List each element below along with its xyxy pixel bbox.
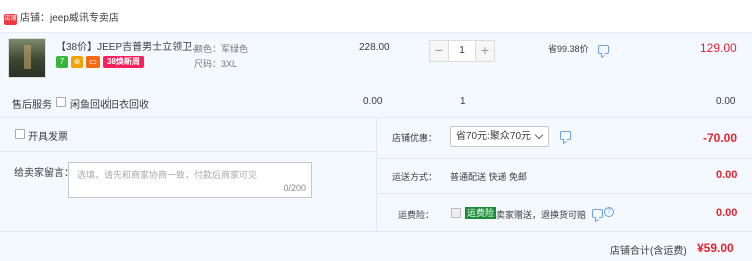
- shipping-method: 普通配送 快递 免邮: [450, 172, 528, 182]
- insurance-label: 运费险：: [398, 210, 435, 220]
- service-price: 0.00: [363, 96, 383, 107]
- service-divider: |: [107, 96, 110, 107]
- shop-name-link[interactable]: 店铺：jeep威讯专卖店: [20, 12, 119, 26]
- chevron-down-icon: [534, 130, 544, 140]
- service-option-recycle-label: 闲鱼回收: [70, 100, 110, 111]
- insurance-amount: 0.00: [716, 207, 738, 219]
- increase-quantity-button[interactable]: +: [475, 40, 495, 62]
- promo-badge: 38焕新周: [103, 56, 144, 68]
- help-question-icon[interactable]: ?: [604, 207, 614, 217]
- service-quantity: 1: [460, 96, 466, 107]
- shipping-label: 运送方式：: [392, 172, 438, 182]
- service-label: 售后服务: [12, 100, 52, 111]
- shipping-amount: 0.00: [716, 169, 738, 181]
- invoice-checkbox[interactable]: [15, 129, 25, 139]
- store-total-label: 店铺合计(含运费): [610, 246, 687, 257]
- quantity-input[interactable]: 1: [449, 40, 475, 62]
- message-label: 给卖家留言：: [14, 168, 74, 179]
- product-thumbnail[interactable]: [8, 38, 46, 78]
- discount-help-icon[interactable]: [560, 131, 571, 140]
- insurance-text: 卖家赠送，退换货可赔: [496, 210, 587, 220]
- product-size-attr: 尺码：3XL: [194, 59, 238, 69]
- right-divider-1: [377, 158, 752, 159]
- product-title-link[interactable]: 【38价】JEEP吉普男士立领卫...: [56, 42, 200, 54]
- store-discount-amount: -70.00: [703, 131, 738, 145]
- quantity-stepper: − 1 +: [429, 40, 495, 62]
- seven-day-return-icon: 7: [56, 56, 68, 68]
- message-char-count: 0/200: [283, 183, 306, 193]
- panel-divider: [376, 118, 377, 231]
- left-divider: [0, 151, 376, 152]
- message-placeholder: 选填，请先和商家协商一致，付款后商家可见: [77, 170, 258, 180]
- store-discount-select[interactable]: 省70元:聚众70元: [450, 126, 549, 147]
- store-total-amount: ¥59.00: [697, 241, 734, 255]
- decrease-quantity-button[interactable]: −: [429, 40, 449, 62]
- shop-badge-icon: 店铺: [4, 14, 17, 25]
- seller-message-textarea[interactable]: 选填，请先和商家协商一致，付款后商家可见 0/200: [68, 162, 312, 198]
- product-tags: 7 ⊕ ▭ 38焕新周: [56, 56, 144, 68]
- store-discount-selected: 省70元:聚众70元: [456, 131, 532, 142]
- unit-price: 228.00: [359, 42, 390, 53]
- product-color-attr: 颜色：军绿色: [194, 44, 249, 54]
- service-subtotal: 0.00: [716, 96, 736, 107]
- service-option-checkbox[interactable]: [56, 97, 66, 107]
- right-divider-2: [377, 193, 752, 194]
- discount-info-icon[interactable]: [598, 45, 609, 54]
- service-option-old-clothes-label: 旧衣回收: [109, 100, 149, 111]
- service-guarantee-icon: ⊕: [71, 56, 83, 68]
- card-payment-icon: ▭: [86, 56, 100, 68]
- insurance-checkbox[interactable]: [451, 208, 461, 218]
- discount-note: 省99.38价: [548, 44, 589, 54]
- insurance-tag: 运费险: [465, 207, 497, 219]
- insurance-chat-icon[interactable]: [592, 209, 603, 218]
- item-subtotal: 129.00: [700, 41, 737, 55]
- store-discount-label: 店铺优惠：: [392, 133, 438, 143]
- invoice-label: 开具发票: [28, 132, 68, 143]
